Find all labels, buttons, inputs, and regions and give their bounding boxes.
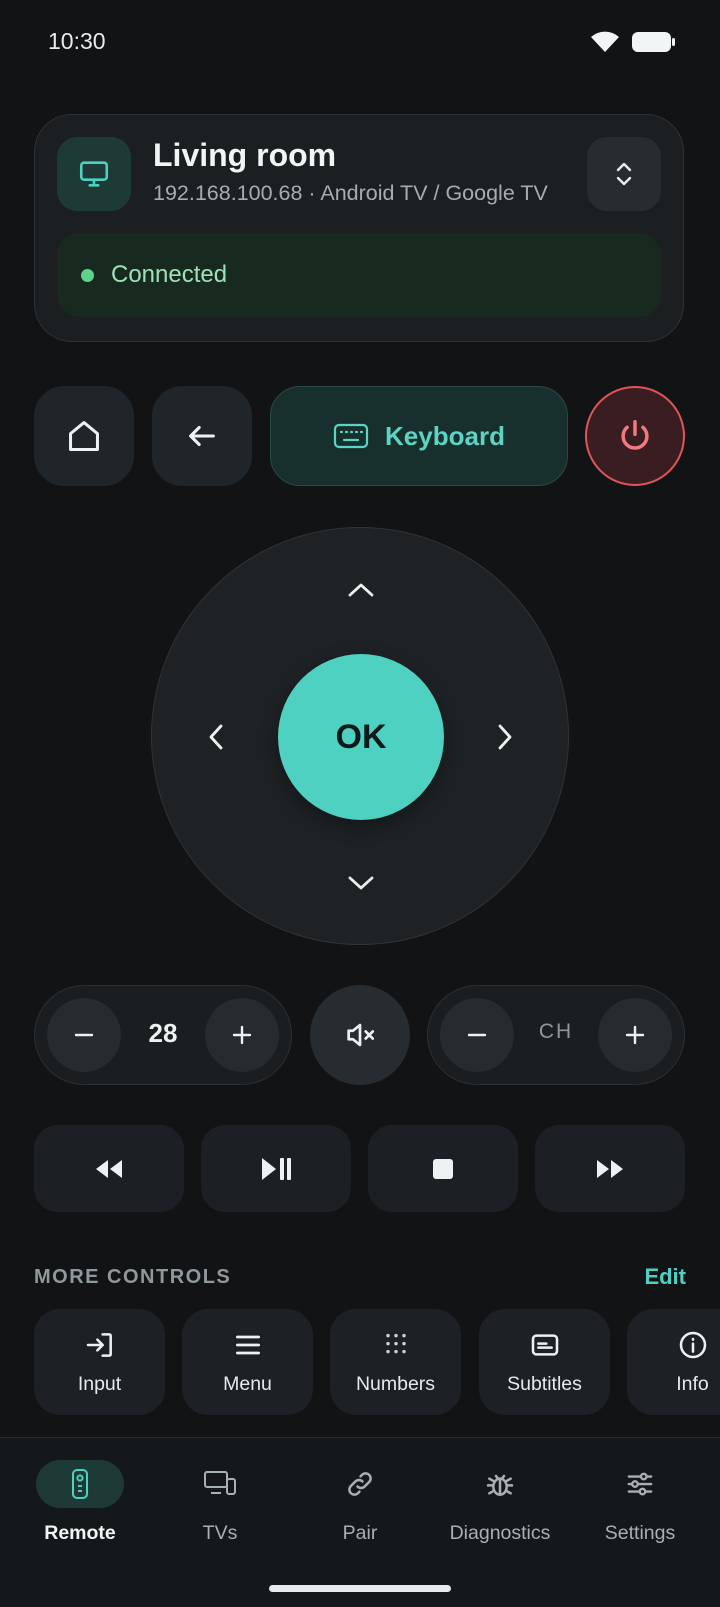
sliders-icon-shape — [627, 1472, 653, 1496]
info-button[interactable]: Info — [627, 1309, 720, 1415]
chevron-up-down-icon — [616, 162, 632, 186]
nav-label-remote: Remote — [44, 1522, 116, 1544]
rewind-icon — [96, 1159, 122, 1178]
volume-control: 28 — [34, 985, 292, 1085]
status-time: 10:30 — [48, 28, 106, 54]
connection-status: Connected — [111, 261, 228, 288]
numbers-button[interactable]: Numbers — [330, 1309, 461, 1415]
more-controls-title: MORE CONTROLS — [34, 1266, 232, 1288]
stop-button[interactable] — [368, 1125, 518, 1212]
bug-icon-shape — [486, 1474, 514, 1496]
rewind-button[interactable] — [34, 1125, 184, 1212]
dpad-up-button[interactable] — [331, 560, 391, 620]
menu-label: Menu — [223, 1372, 272, 1395]
play-pause-icon — [262, 1157, 291, 1180]
connection-status-bar: Connected — [57, 233, 661, 317]
power-icon — [621, 420, 649, 450]
volume-up-button[interactable] — [205, 998, 279, 1072]
input-label: Input — [77, 1372, 122, 1395]
home-button[interactable] — [34, 386, 134, 486]
subtitles-button[interactable]: Subtitles — [479, 1309, 610, 1415]
chevron-right-icon — [498, 724, 512, 750]
sliders-icon — [596, 1460, 684, 1508]
link-icon — [316, 1460, 404, 1508]
fast-forward-button[interactable] — [535, 1125, 685, 1212]
chevron-up-icon — [348, 583, 374, 597]
tv-icon — [57, 137, 131, 211]
nav-item-tvs[interactable]: TVs — [150, 1460, 290, 1545]
nav-item-diagnostics[interactable]: Diagnostics — [430, 1460, 570, 1545]
channel-up-button[interactable] — [598, 998, 672, 1072]
home-icon — [69, 421, 99, 451]
power-button[interactable] — [585, 386, 685, 486]
status-dot — [81, 269, 94, 282]
input-button[interactable]: Input — [34, 1309, 165, 1415]
switch-device-button[interactable] — [587, 137, 661, 211]
status-icons — [590, 30, 676, 54]
minus-icon — [74, 1033, 94, 1037]
nav-label-tvs: TVs — [202, 1522, 238, 1544]
back-arrow-icon — [189, 425, 215, 447]
subtitles-label: Subtitles — [507, 1372, 582, 1395]
ok-button[interactable]: OK — [278, 654, 444, 820]
keyboard-label: Keyboard — [385, 420, 505, 451]
dpad: OK — [151, 527, 569, 945]
remote-icon — [36, 1460, 124, 1508]
keyboard-icon — [333, 423, 369, 449]
chevron-down-icon — [348, 876, 374, 890]
channel-control: CH — [427, 985, 685, 1085]
info-label: Info — [676, 1372, 709, 1395]
home-indicator — [269, 1585, 451, 1592]
nav-item-settings[interactable]: Settings — [570, 1460, 710, 1545]
device-address: 192.168.100.68 · Android TV / Google TV — [153, 181, 548, 205]
keyboard-button[interactable]: Keyboard — [270, 386, 568, 486]
input-icon — [86, 1332, 112, 1357]
chevron-left-icon — [209, 724, 223, 750]
battery-icon — [632, 31, 676, 53]
numbers-icon — [385, 1333, 406, 1353]
channel-down-button[interactable] — [440, 998, 514, 1072]
dpad-down-button[interactable] — [331, 853, 391, 913]
link-icon-shape — [348, 1472, 372, 1496]
device-card: Living room 192.168.100.68 · Android TV … — [34, 114, 684, 342]
tvs-icon — [176, 1460, 264, 1508]
menu-icon — [235, 1335, 260, 1354]
nav-label-diagnostics: Diagnostics — [449, 1522, 551, 1544]
fast-forward-icon — [597, 1159, 623, 1178]
dpad-right-button[interactable] — [475, 707, 535, 767]
tvs-icon-shape — [204, 1471, 236, 1495]
volume-down-button[interactable] — [47, 998, 121, 1072]
nav-item-pair[interactable]: Pair — [290, 1460, 430, 1545]
plus-icon — [232, 1025, 252, 1045]
play-pause-button[interactable] — [201, 1125, 351, 1212]
plus-icon — [625, 1025, 645, 1045]
back-button[interactable] — [152, 386, 252, 486]
numbers-label: Numbers — [355, 1372, 436, 1395]
device-name: Living room — [153, 137, 337, 173]
subtitles-icon — [531, 1333, 558, 1356]
bug-icon — [456, 1460, 544, 1508]
stop-icon — [433, 1158, 453, 1179]
info-icon — [679, 1331, 706, 1358]
mute-button[interactable] — [310, 985, 410, 1085]
menu-button[interactable]: Menu — [182, 1309, 313, 1415]
mute-icon — [347, 1023, 375, 1047]
remote-icon-shape — [72, 1469, 88, 1499]
minus-icon — [467, 1033, 487, 1037]
bottom-nav: Remote TVs Pair Diagnostics Settings — [0, 1437, 720, 1607]
wifi-icon — [590, 30, 620, 54]
dpad-left-button[interactable] — [186, 707, 246, 767]
edit-controls-link[interactable]: Edit — [644, 1264, 686, 1290]
nav-label-settings: Settings — [604, 1522, 676, 1544]
nav-item-remote[interactable]: Remote — [10, 1460, 150, 1545]
nav-label-pair: Pair — [342, 1522, 378, 1544]
